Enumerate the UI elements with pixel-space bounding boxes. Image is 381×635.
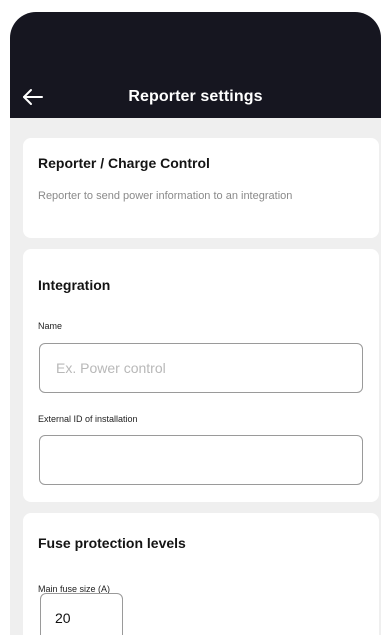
integration-card: Integration Name External ID of installa… — [23, 249, 379, 502]
reporter-card-title: Reporter / Charge Control — [38, 155, 210, 171]
name-input[interactable] — [39, 343, 363, 393]
app-screen: Reporter settings Reporter / Charge Cont… — [10, 12, 381, 635]
reporter-card-description: Reporter to send power information to an… — [38, 190, 293, 202]
integration-card-title: Integration — [38, 277, 111, 293]
fuse-card-title: Fuse protection levels — [38, 535, 186, 551]
app-header: Reporter settings — [10, 12, 381, 118]
page-title: Reporter settings — [128, 88, 263, 105]
external-id-input[interactable] — [39, 435, 363, 485]
external-id-field-label: External ID of installation — [38, 414, 138, 424]
reporter-info-card: Reporter / Charge Control Reporter to se… — [23, 138, 379, 238]
name-field-label: Name — [38, 321, 63, 331]
main-fuse-input[interactable] — [40, 593, 123, 635]
